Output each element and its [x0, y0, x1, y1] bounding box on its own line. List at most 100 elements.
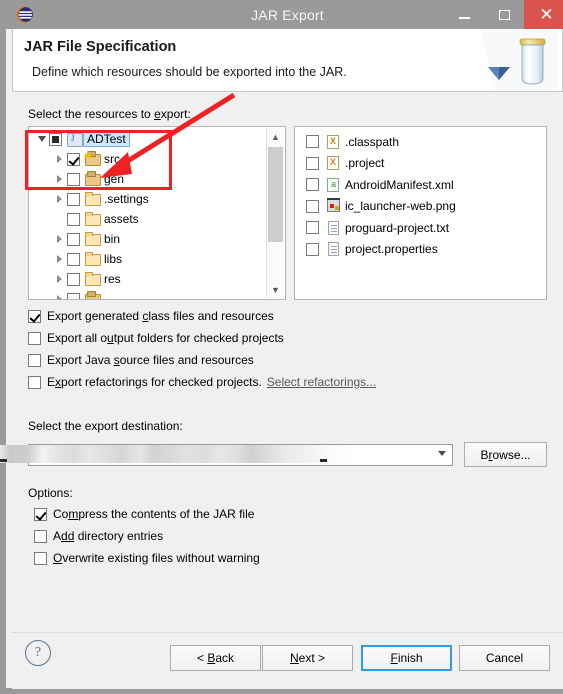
file-checkbox[interactable]: [306, 199, 319, 213]
file-checkbox[interactable]: [306, 221, 319, 235]
file-checkbox[interactable]: [306, 178, 319, 192]
resources-label: Select the resources to export:: [28, 107, 191, 121]
expand-collapse-icon: [53, 209, 67, 229]
tree-row-partial[interactable]: [29, 289, 285, 299]
tree-row[interactable]: ADTest: [29, 129, 285, 149]
folder-icon: [84, 271, 101, 287]
tree-row[interactable]: gen: [29, 169, 285, 189]
checkbox[interactable]: [34, 551, 47, 565]
expand-collapse-icon[interactable]: [53, 169, 67, 189]
list-item[interactable]: ic_launcher-web.png: [295, 196, 546, 218]
tree-checkbox[interactable]: [67, 272, 80, 286]
android-xml-icon: [325, 177, 342, 193]
browse-label: Browse...: [480, 447, 531, 462]
expand-collapse-icon[interactable]: [53, 269, 67, 289]
list-item[interactable]: AndroidManifest.xml: [295, 174, 546, 196]
file-checkbox[interactable]: [306, 135, 319, 149]
option-label: Export generated class files and resourc…: [47, 309, 274, 323]
minimize-icon: [458, 17, 470, 19]
expand-collapse-icon[interactable]: [53, 189, 67, 209]
cancel-button[interactable]: Cancel: [459, 645, 550, 671]
close-button[interactable]: ✕: [524, 0, 563, 29]
java-project-icon: [66, 131, 83, 147]
cancel-label: Cancel: [485, 651, 524, 665]
help-question-icon[interactable]: ?: [25, 640, 51, 666]
checkbox[interactable]: [34, 507, 47, 521]
resource-tree[interactable]: ADTest src gen: [28, 126, 286, 300]
file-name-label: ic_launcher-web.png: [345, 199, 456, 214]
file-list[interactable]: .classpath .project AndroidManifest.xml …: [294, 126, 547, 300]
xml-x-file-icon: [325, 134, 342, 150]
finish-button[interactable]: Finish: [361, 645, 452, 671]
next-button[interactable]: Next >: [262, 645, 353, 671]
tree-row[interactable]: bin: [29, 229, 285, 249]
option-add-directory-entries[interactable]: Add directory entries: [34, 529, 163, 543]
expand-collapse-icon[interactable]: [35, 129, 49, 149]
scroll-up-icon[interactable]: ▲: [267, 128, 284, 145]
option-label: Add directory entries: [53, 529, 164, 543]
back-button[interactable]: < Back: [170, 645, 261, 671]
expand-collapse-icon[interactable]: [53, 289, 67, 299]
tree-checkbox[interactable]: [67, 212, 80, 226]
list-item[interactable]: .project: [295, 153, 546, 175]
checkbox[interactable]: [28, 353, 41, 367]
tree-item-label: src: [104, 152, 120, 166]
option-overwrite-existing[interactable]: Overwrite existing files without warning: [34, 551, 260, 565]
resources-label-pre: Select the resources to: [28, 107, 155, 121]
checkbox[interactable]: [28, 309, 41, 323]
minimize-button[interactable]: [444, 0, 484, 29]
checkbox[interactable]: [34, 529, 47, 543]
expand-collapse-icon[interactable]: [53, 249, 67, 269]
checkbox[interactable]: [28, 331, 41, 345]
list-item[interactable]: proguard-project.txt: [295, 217, 546, 239]
expand-collapse-icon[interactable]: [53, 149, 67, 169]
title-bar: JAR Export ✕: [6, 0, 563, 29]
wizard-page-body: Select the resources to export: ADTest s…: [0, 92, 563, 632]
tree-scrollbar[interactable]: ▲ ▼: [266, 128, 284, 298]
page-title: JAR File Specification: [24, 39, 177, 55]
tree-checkbox[interactable]: [49, 132, 62, 146]
tree-item-label: ADTest: [83, 131, 130, 147]
tree-row[interactable]: src: [29, 149, 285, 169]
tree-checkbox[interactable]: [67, 252, 80, 266]
file-name-label: AndroidManifest.xml: [345, 177, 454, 192]
list-item[interactable]: project.properties: [295, 239, 546, 261]
jar-export-dialog: JAR Export ✕ JAR File Specification Defi…: [0, 0, 563, 694]
tree-row[interactable]: .settings: [29, 189, 285, 209]
maximize-button[interactable]: [484, 0, 524, 29]
tree-row[interactable]: assets: [29, 209, 285, 229]
tree-item-label: .settings: [104, 192, 149, 206]
page-subtitle: Define which resources should be exporte…: [32, 65, 347, 79]
tree-checkbox[interactable]: [67, 292, 80, 299]
option-label: Export refactorings for checked projects…: [47, 375, 262, 389]
option-export-output-folders[interactable]: Export all output folders for checked pr…: [28, 331, 284, 345]
text-file-icon: [325, 241, 342, 257]
chevron-down-icon[interactable]: [438, 451, 446, 456]
option-export-class-files[interactable]: Export generated class files and resourc…: [28, 309, 274, 323]
tree-checkbox[interactable]: [67, 172, 80, 186]
option-label: Compress the contents of the JAR file: [53, 507, 255, 521]
tree-checkbox[interactable]: [67, 192, 80, 206]
source-folder-icon: [84, 171, 101, 187]
file-checkbox[interactable]: [306, 242, 319, 256]
scroll-down-icon[interactable]: ▼: [267, 281, 284, 298]
tree-item-label: res: [104, 272, 121, 286]
tree-row[interactable]: libs: [29, 249, 285, 269]
tree-checkbox[interactable]: [67, 232, 80, 246]
checkbox[interactable]: [28, 375, 41, 389]
folder-icon: [84, 251, 101, 267]
scrollbar-thumb[interactable]: [268, 147, 283, 242]
list-item[interactable]: .classpath: [295, 131, 546, 153]
option-export-refactorings[interactable]: Export refactorings for checked projects…: [28, 375, 376, 389]
select-refactorings-link[interactable]: Select refactorings...: [267, 375, 376, 389]
browse-button[interactable]: Browse...: [464, 442, 547, 467]
option-export-java-source[interactable]: Export Java source files and resources: [28, 353, 254, 367]
option-label: Export Java source files and resources: [47, 353, 254, 367]
folder-icon: [84, 191, 101, 207]
option-compress-jar[interactable]: Compress the contents of the JAR file: [34, 507, 254, 521]
tree-checkbox[interactable]: [67, 152, 80, 166]
expand-collapse-icon[interactable]: [53, 229, 67, 249]
file-checkbox[interactable]: [306, 156, 319, 170]
tree-row[interactable]: res: [29, 269, 285, 289]
file-name-label: .project: [345, 156, 385, 171]
